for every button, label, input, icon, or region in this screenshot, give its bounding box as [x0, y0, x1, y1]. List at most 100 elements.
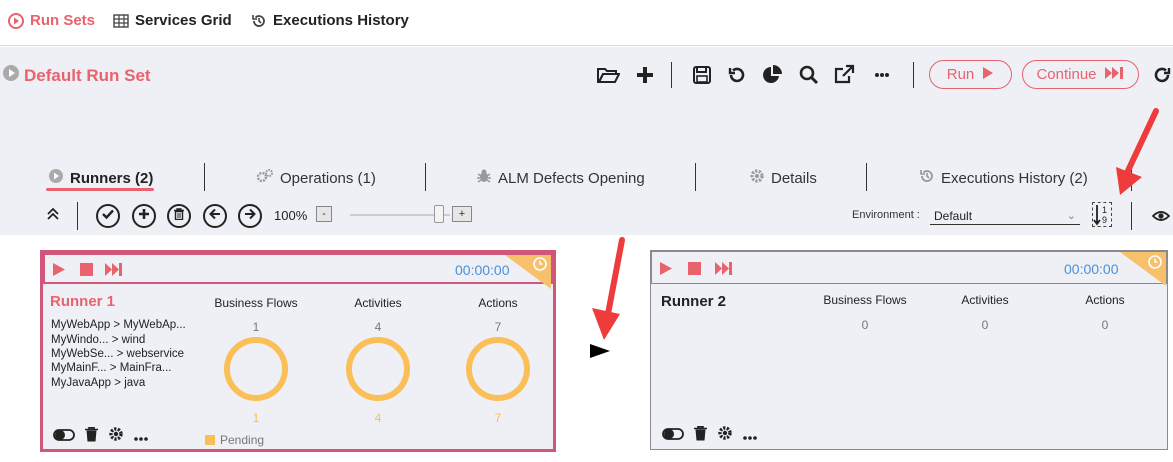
- play-icon: [982, 66, 994, 83]
- fast-forward-icon[interactable]: [715, 262, 733, 280]
- export-icon[interactable]: [831, 62, 857, 88]
- zoom-slider-thumb[interactable]: [434, 205, 444, 223]
- runner-1-name: Runner 1: [50, 293, 116, 310]
- tab-executions-history[interactable]: Executions History (2): [919, 168, 1088, 188]
- nav-run-sets[interactable]: Run Sets: [8, 12, 95, 29]
- runner-card-1[interactable]: 00:00:00 Runner 1 Business Flows Activit…: [40, 250, 556, 452]
- runner-1-activities-count: 4: [374, 320, 382, 334]
- nav-executions-history-label: Executions History: [273, 12, 409, 29]
- column-business-flows: Business Flows: [214, 296, 298, 310]
- move-right-button[interactable]: [238, 204, 262, 228]
- history-icon: [251, 13, 267, 29]
- search-icon[interactable]: [796, 62, 822, 88]
- play-icon[interactable]: [660, 262, 672, 280]
- arrow-right-icon: [244, 207, 256, 225]
- sort-numeric-icon: 19: [1093, 205, 1111, 230]
- column-actions: Actions: [1085, 293, 1125, 307]
- business-flow-item: MyWebApp > MyWebAp...: [51, 319, 186, 331]
- move-left-button[interactable]: [203, 204, 227, 228]
- collapse-icon[interactable]: [46, 207, 60, 226]
- active-tab-indicator: [46, 188, 154, 191]
- toolbar-separator: [913, 62, 914, 88]
- column-activities: Activities: [354, 296, 402, 310]
- fast-forward-icon[interactable]: [105, 263, 123, 281]
- zoom-level: 100%: [274, 208, 308, 223]
- check-button[interactable]: [96, 204, 120, 228]
- business-flow-item: MyWebSe... > webservice: [51, 348, 185, 360]
- play-circle-icon: [48, 168, 64, 188]
- pie-chart-icon[interactable]: [759, 62, 785, 88]
- svg-text:1: 1: [1102, 205, 1107, 215]
- play-icon[interactable]: [53, 263, 65, 281]
- tab-runners-label: Runners (2): [70, 169, 154, 187]
- more-icon[interactable]: [743, 427, 757, 445]
- more-icon[interactable]: [134, 428, 148, 446]
- run-set-name: Default Run Set: [24, 65, 151, 85]
- gears-icon: [256, 168, 274, 188]
- sort-order-button[interactable]: 19: [1092, 202, 1112, 227]
- check-icon: [102, 207, 114, 225]
- top-navigation: Run Sets Services Grid Executions Histor…: [0, 0, 1173, 46]
- business-flows-donut: [224, 337, 288, 401]
- grid-icon: [113, 13, 129, 28]
- pending-legend-label: Pending: [220, 433, 265, 447]
- add-runner-button[interactable]: [132, 204, 156, 228]
- tab-operations[interactable]: Operations (1): [256, 168, 376, 188]
- chevron-down-icon: ⌄: [1066, 210, 1076, 222]
- toggle-icon[interactable]: [53, 428, 75, 446]
- eye-icon[interactable]: [1151, 209, 1171, 227]
- run-button[interactable]: Run: [929, 60, 1012, 89]
- zoom-out-button[interactable]: -: [316, 206, 332, 222]
- runner-card-2[interactable]: 00:00:00 Runner 2 Business Flows Activit…: [650, 250, 1168, 450]
- fast-forward-icon: [1104, 66, 1125, 83]
- tab-alm-defects-label: ALM Defects Opening: [498, 169, 645, 187]
- delete-runner-button[interactable]: [167, 204, 191, 228]
- gear-icon[interactable]: [108, 426, 124, 447]
- continue-button-label: Continue: [1036, 66, 1097, 83]
- zoom-in-button[interactable]: +: [452, 206, 472, 222]
- clock-icon: [533, 257, 547, 276]
- nav-services-grid[interactable]: Services Grid: [113, 12, 232, 29]
- toggle-icon[interactable]: [662, 427, 684, 445]
- tab-separator: [866, 163, 867, 191]
- stop-icon[interactable]: [688, 262, 701, 280]
- toolbar-separator: [1131, 202, 1132, 230]
- run-set-title: Default Run Set: [2, 64, 151, 87]
- runner-2-activities-count: 0: [981, 318, 989, 332]
- environment-select[interactable]: Default ⌄: [930, 207, 1080, 225]
- run-button-label: Run: [946, 66, 975, 83]
- pending-legend: Pending: [205, 433, 264, 447]
- trash-icon[interactable]: [694, 425, 707, 446]
- add-icon[interactable]: [632, 62, 658, 88]
- tab-separator: [204, 163, 205, 191]
- annotation-arrow: [1112, 107, 1162, 202]
- tab-alm-defects-opening[interactable]: ALM Defects Opening: [476, 168, 645, 188]
- tab-details[interactable]: Details: [749, 168, 817, 188]
- stop-icon[interactable]: [80, 263, 93, 281]
- tab-runners[interactable]: Runners (2): [48, 168, 153, 188]
- runner-2-header: 00:00:00: [651, 251, 1167, 286]
- business-flow-item: MyWindo... > wind: [51, 334, 146, 346]
- trash-icon[interactable]: [85, 426, 98, 447]
- run-set-panel: Default Run Set Run Continue Runners (2)…: [0, 47, 1173, 235]
- gear-icon[interactable]: [717, 425, 733, 446]
- column-activities: Activities: [961, 293, 1009, 307]
- refresh-icon[interactable]: [1149, 62, 1173, 88]
- nav-executions-history[interactable]: Executions History: [251, 12, 409, 29]
- runner-1-elapsed-time: 00:00:00: [455, 262, 510, 278]
- column-business-flows: Business Flows: [823, 293, 907, 307]
- environment-value: Default: [934, 209, 973, 223]
- save-icon[interactable]: [689, 62, 715, 88]
- column-actions: Actions: [478, 296, 518, 310]
- runner-1-business-flows-count: 1: [252, 320, 260, 334]
- tab-executions-history-label: Executions History (2): [941, 169, 1088, 187]
- continue-button[interactable]: Continue: [1022, 60, 1139, 89]
- undo-icon[interactable]: [724, 62, 750, 88]
- open-folder-icon[interactable]: [595, 62, 621, 88]
- runner-1-pending-activities: 4: [374, 411, 382, 425]
- more-icon[interactable]: [869, 62, 895, 88]
- trash-icon: [173, 207, 185, 225]
- clock-icon: [1148, 255, 1162, 274]
- bug-icon: [476, 168, 492, 188]
- arrow-left-icon: [209, 207, 221, 225]
